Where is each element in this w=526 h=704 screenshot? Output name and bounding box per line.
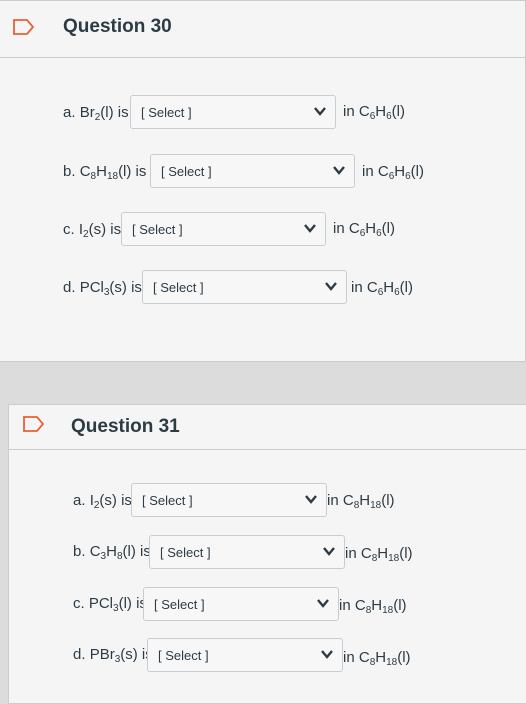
formula-subscript: 18 [388, 553, 400, 564]
formula-text: in C [343, 103, 370, 120]
question-30-header: Question 30 [0, 1, 525, 58]
formula-text: H [377, 545, 389, 562]
formula-text: in C [345, 545, 372, 562]
q31-item-b-label: b. C3H8(l) is [73, 532, 151, 572]
item-prefix: a. [63, 103, 80, 121]
formula-text: H [359, 492, 371, 509]
select-value: [ Select ] [141, 104, 192, 120]
item-prefix: b. [73, 542, 90, 560]
q31-item-a-select[interactable]: [ Select ] [131, 483, 327, 517]
flag-bookmark-icon[interactable] [13, 19, 35, 35]
formula-subscript: 18 [386, 657, 398, 668]
formula-text: (l) [410, 163, 424, 180]
formula-text: (l) [393, 597, 407, 614]
formula-text: (l) [381, 220, 395, 237]
formula-text: H [375, 649, 387, 666]
item-prefix: c. [73, 594, 89, 612]
item-prefix: a. [73, 491, 90, 509]
formula-text: H [106, 542, 117, 560]
formula-text: in C [339, 597, 366, 614]
q31-item-c-label: c. PCl3(l) is [73, 584, 147, 624]
q31-item-b-suffix: in C8H18(l) [345, 545, 413, 564]
formula-text: (s) is [109, 278, 142, 296]
formula-text: H [375, 103, 387, 120]
select-value: [ Select ] [153, 279, 204, 295]
formula-text: PCl [79, 278, 104, 296]
formula-subscript: 18 [106, 170, 119, 182]
formula-text: H [365, 220, 377, 237]
formula-text: (s) is [88, 220, 122, 238]
question-31-title: Question 31 [71, 416, 180, 437]
formula-text: (s) is [99, 491, 132, 509]
flag-bookmark-icon[interactable] [23, 416, 45, 432]
select-value: [ Select ] [158, 647, 209, 663]
formula-subscript: 18 [382, 605, 394, 616]
q30-item-c-select[interactable]: [ Select ] [121, 212, 326, 246]
question-30-title: Question 30 [63, 16, 172, 37]
q31-item-d-suffix: in C8H18(l) [343, 649, 411, 668]
q31-item-a-suffix: in C8H18(l) [327, 492, 395, 511]
select-value: [ Select ] [154, 596, 205, 612]
formula-text: H [371, 597, 383, 614]
question-31-header: Question 31 [9, 405, 526, 450]
q31-item-c-suffix: in C8H18(l) [339, 597, 407, 616]
formula-text: (l) is [118, 162, 147, 180]
q30-item-d-select[interactable]: [ Select ] [142, 270, 347, 304]
formula-text: (l) [397, 649, 411, 666]
formula-text: C [79, 162, 91, 180]
formula-text: PBr [89, 645, 115, 663]
q30-item-b-select[interactable]: [ Select ] [150, 154, 355, 188]
q30-item-c-suffix: in C6H6(l) [333, 220, 395, 239]
formula-text: in C [333, 220, 360, 237]
q30-item-b-suffix: in C6H6(l) [362, 163, 424, 182]
select-value: [ Select ] [142, 492, 193, 508]
item-prefix: b. [63, 162, 80, 180]
chevron-down-icon [314, 107, 326, 116]
select-value: [ Select ] [132, 221, 183, 237]
q30-item-d-label: d. PCl3(s) is [63, 268, 142, 308]
formula-subscript: 18 [370, 500, 382, 511]
chevron-down-icon [305, 495, 317, 504]
formula-text: in C [362, 163, 389, 180]
question-31-panel: Question 31 a. I2(s) is [ Select ] in C8… [8, 404, 526, 704]
select-value: [ Select ] [161, 163, 212, 179]
q31-item-b-select[interactable]: [ Select ] [149, 535, 345, 569]
chevron-down-icon [321, 650, 333, 659]
chevron-down-icon [323, 547, 335, 556]
formula-text: (l) is [100, 103, 129, 121]
formula-text: (l) [399, 545, 413, 562]
formula-text: (l) [391, 103, 405, 120]
item-prefix: d. [73, 645, 90, 663]
formula-text: (l) [381, 492, 395, 509]
q30-item-c-label: c. I2(s) is [63, 210, 121, 250]
formula-text: in C [327, 492, 354, 509]
formula-text: PCl [88, 594, 114, 612]
q30-item-d-suffix: in C6H6(l) [351, 279, 413, 298]
q30-item-a-label: a. Br2(l) is [63, 93, 129, 133]
item-prefix: c. [63, 220, 79, 238]
formula-text: H [394, 163, 406, 180]
formula-text: H [383, 279, 395, 296]
q30-item-a-select[interactable]: [ Select ] [130, 95, 336, 129]
chevron-down-icon [325, 282, 337, 291]
select-value: [ Select ] [160, 544, 211, 560]
formula-text: in C [343, 649, 370, 666]
chevron-down-icon [304, 224, 316, 233]
question-30-panel: Question 30 a. Br2(l) is [ Select ] in C… [0, 0, 526, 362]
formula-text: C [89, 542, 101, 560]
chevron-down-icon [333, 166, 345, 175]
q31-item-c-select[interactable]: [ Select ] [143, 587, 339, 621]
formula-text: Br [79, 103, 95, 121]
formula-text: in C [351, 279, 378, 296]
formula-text: (l) is [122, 542, 151, 560]
formula-text: H [96, 162, 107, 180]
item-prefix: d. [63, 278, 80, 296]
q31-item-d-label: d. PBr3(s) is [73, 635, 153, 675]
q30-item-b-label: b. C8H18(l) is [63, 152, 146, 192]
q31-item-a-label: a. I2(s) is [73, 481, 132, 521]
q31-item-d-select[interactable]: [ Select ] [147, 638, 343, 672]
formula-text: (l) [399, 279, 413, 296]
q30-item-a-suffix: in C6H6(l) [343, 103, 405, 122]
chevron-down-icon [317, 599, 329, 608]
